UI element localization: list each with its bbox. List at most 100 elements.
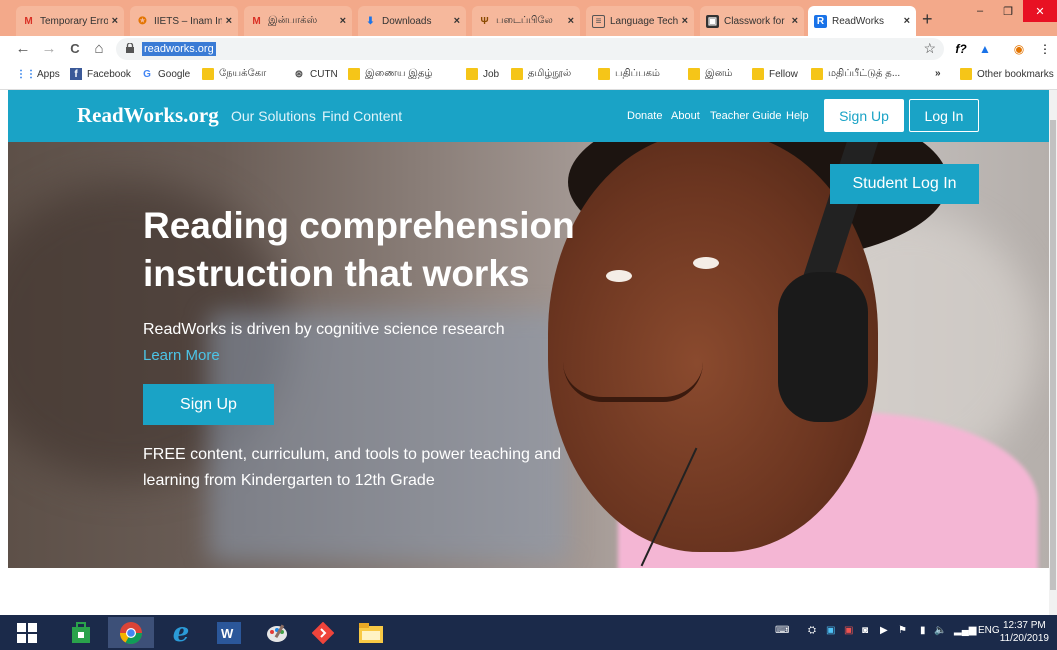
- nav-our-solutions[interactable]: Our Solutions: [231, 108, 316, 124]
- other-bookmarks-label: Other bookmarks: [977, 68, 1054, 80]
- word-icon[interactable]: W: [206, 617, 252, 648]
- folder-icon: [598, 68, 610, 80]
- header-log-in-button[interactable]: Log In: [909, 99, 979, 132]
- anydesk-icon[interactable]: [300, 617, 346, 648]
- bookmark-folder-mathippeettu[interactable]: மதிப்பீட்டுத் த...: [811, 68, 900, 80]
- nav-find-content[interactable]: Find Content: [322, 108, 402, 124]
- bookmark-folder-inaiya-ithazh[interactable]: இணைய இதழ்: [348, 68, 433, 80]
- battery-icon[interactable]: ▮: [920, 625, 926, 636]
- site-icon: Ψ: [480, 15, 489, 27]
- bookmark-label: நேயக்கோ: [219, 68, 267, 79]
- readworks-logo[interactable]: ReadWorks.org: [77, 103, 219, 128]
- paint-icon[interactable]: [254, 617, 300, 648]
- folder-icon: [202, 68, 214, 80]
- folder-icon: [511, 68, 523, 80]
- extension-drive-icon[interactable]: ▲: [976, 40, 994, 58]
- close-window-button[interactable]: ✕: [1023, 0, 1057, 22]
- keyboard-icon[interactable]: ⌨: [775, 625, 789, 636]
- bookmark-label: மதிப்பீட்டுத் த...: [828, 68, 901, 79]
- student-log-in-button[interactable]: Student Log In: [830, 164, 979, 204]
- extension-formula-icon[interactable]: f?: [952, 40, 970, 58]
- network-tray-icon[interactable]: ⛭: [808, 625, 816, 636]
- bookmark-folder-pathippagam[interactable]: பதிப்பகம்: [598, 68, 660, 80]
- hero-photo-eye: [693, 257, 719, 269]
- svg-text:W: W: [221, 626, 234, 641]
- file-explorer-icon[interactable]: [348, 617, 394, 648]
- language-indicator[interactable]: ENG: [978, 625, 1000, 636]
- lock-icon: [126, 43, 134, 53]
- clock[interactable]: 12:37 PM 11/20/2019: [1000, 619, 1049, 645]
- bookmark-cutn[interactable]: ⊛ CUTN: [293, 68, 338, 80]
- volume-icon[interactable]: 🔈: [934, 625, 946, 636]
- bookmark-apps[interactable]: ⋮⋮ Apps: [16, 68, 60, 80]
- page-scrollbar[interactable]: [1049, 90, 1057, 615]
- tab-close-icon[interactable]: ×: [792, 15, 798, 27]
- bookmark-folder-fellow[interactable]: Fellow: [752, 68, 798, 80]
- bookmark-label: Fellow: [769, 68, 798, 80]
- nav-about[interactable]: About: [671, 110, 700, 122]
- bookmark-label: இணைய இதழ்: [365, 68, 433, 79]
- tab-inbox[interactable]: M இன்பாக்ஸ் ×: [244, 6, 352, 36]
- tray-app-icon[interactable]: ▶: [880, 625, 888, 636]
- tab-close-icon[interactable]: ×: [340, 15, 346, 27]
- chrome-icon[interactable]: [108, 617, 154, 648]
- tray-app-icon[interactable]: ▣: [826, 625, 835, 636]
- nav-help[interactable]: Help: [786, 110, 809, 122]
- tray-app-icon[interactable]: ▣: [844, 625, 853, 636]
- hero-sign-up-button[interactable]: Sign Up: [143, 384, 274, 425]
- bookmark-facebook[interactable]: f Facebook: [70, 68, 131, 80]
- bookmark-folder-tamilnool[interactable]: தமிழ்நூல்: [511, 68, 571, 80]
- gmail-icon: M: [252, 15, 261, 27]
- tab-close-icon[interactable]: ×: [454, 15, 460, 27]
- nav-teacher-guide[interactable]: Teacher Guide: [710, 110, 782, 122]
- bookmark-folder-job[interactable]: Job: [466, 68, 499, 80]
- learn-more-link[interactable]: Learn More: [143, 347, 220, 364]
- wifi-icon[interactable]: ▂▄▆: [954, 625, 976, 636]
- tab-readworks[interactable]: R ReadWorks ×: [808, 6, 916, 36]
- tab-temporary-error[interactable]: M Temporary Erro ×: [16, 6, 124, 36]
- nav-donate[interactable]: Donate: [627, 110, 662, 122]
- bookmarks-overflow-button[interactable]: »: [935, 68, 941, 79]
- chrome-menu-icon[interactable]: ⋮: [1036, 40, 1054, 58]
- tab-language-tech[interactable]: ≡ Language Tech ×: [586, 6, 694, 36]
- bookmark-star-icon[interactable]: ☆: [923, 40, 936, 57]
- tab-close-icon[interactable]: ×: [904, 15, 910, 27]
- tab-close-icon[interactable]: ×: [568, 15, 574, 27]
- browser-tab-strip: M Temporary Erro × ✪ IIETS – Inam Int × …: [0, 0, 1057, 36]
- tab-downloads[interactable]: ⬇ Downloads ×: [358, 6, 466, 36]
- tab-iiets[interactable]: ✪ IIETS – Inam Int ×: [130, 6, 238, 36]
- url-text[interactable]: readworks.org: [142, 42, 216, 56]
- tray-app-icon[interactable]: ◙: [862, 625, 868, 636]
- facebook-icon: f: [70, 68, 82, 80]
- back-button[interactable]: ←: [14, 40, 32, 58]
- doc-icon: ≡: [592, 14, 605, 28]
- tab-close-icon[interactable]: ×: [682, 15, 688, 27]
- flag-icon[interactable]: ⚑: [898, 625, 907, 636]
- tab-classwork[interactable]: ▣ Classwork for ×: [700, 6, 804, 36]
- other-bookmarks[interactable]: Other bookmarks: [960, 68, 1054, 80]
- bookmark-label: Job: [483, 68, 500, 80]
- windows-start-icon[interactable]: [4, 617, 50, 648]
- new-tab-button[interactable]: +: [922, 9, 933, 30]
- minimize-button[interactable]: –: [966, 0, 994, 22]
- bookmark-google[interactable]: G Google: [141, 68, 190, 80]
- hero-subtitle: ReadWorks is driven by cognitive science…: [143, 321, 505, 338]
- home-button[interactable]: ⌂: [90, 40, 108, 58]
- ie-icon[interactable]: e: [158, 617, 204, 648]
- scrollbar-thumb[interactable]: [1050, 120, 1056, 590]
- tab-label: Language Tech: [610, 15, 678, 27]
- address-bar[interactable]: readworks.org ☆: [116, 38, 944, 60]
- maximize-button[interactable]: ❐: [994, 0, 1022, 22]
- profile-avatar-icon[interactable]: ◉: [1010, 40, 1028, 58]
- store-icon[interactable]: [58, 617, 104, 648]
- tab-padaippile[interactable]: Ψ படைப்பிலே ×: [472, 6, 580, 36]
- reload-button[interactable]: C: [66, 40, 84, 58]
- headphones-icon: [778, 272, 868, 422]
- bookmark-folder-inam[interactable]: இனம்: [688, 68, 732, 80]
- bookmark-folder-neyakko[interactable]: நேயக்கோ: [202, 68, 266, 80]
- header-sign-up-button[interactable]: Sign Up: [824, 99, 904, 132]
- tab-close-icon[interactable]: ×: [226, 15, 232, 27]
- bookmark-label: Google: [158, 68, 191, 80]
- tab-close-icon[interactable]: ×: [112, 15, 118, 27]
- forward-button[interactable]: →: [40, 40, 58, 58]
